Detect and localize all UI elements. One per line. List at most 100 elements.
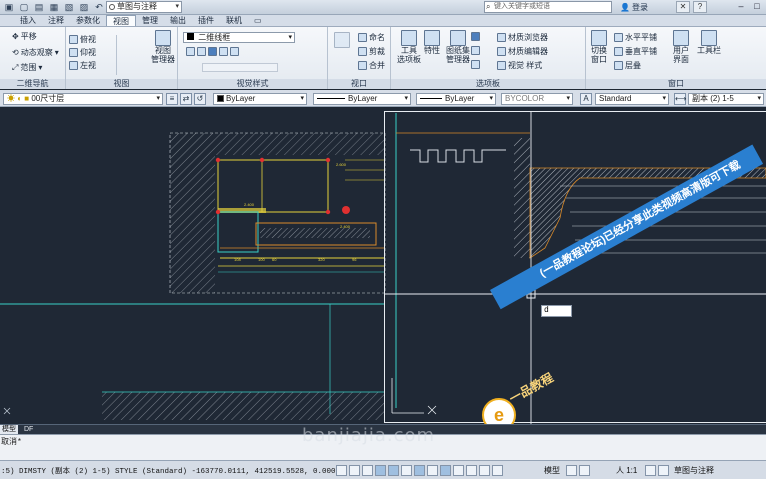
tile-horizontal-button[interactable]: 水平平铺 bbox=[614, 32, 657, 43]
tab-manage[interactable]: 管理 bbox=[136, 15, 164, 26]
polar-icon[interactable] bbox=[375, 465, 386, 476]
user-interface-button[interactable]: 用户 界面 bbox=[670, 30, 692, 64]
lineweight-toggle-icon[interactable] bbox=[453, 465, 464, 476]
ducs-icon[interactable] bbox=[427, 465, 438, 476]
tab-annotate[interactable]: 注释 bbox=[42, 15, 70, 26]
opacity-slider[interactable] bbox=[202, 63, 278, 72]
minimize-icon[interactable]: – bbox=[734, 1, 748, 13]
dynamic-input-field[interactable]: d bbox=[541, 305, 572, 317]
quick-properties-icon[interactable] bbox=[479, 465, 490, 476]
grid-icon[interactable] bbox=[349, 465, 360, 476]
tab-plugins[interactable]: 插件 bbox=[192, 15, 220, 26]
sheetset-manager-button[interactable]: 图纸集 管理器 bbox=[443, 30, 473, 64]
style-swatch bbox=[187, 33, 194, 40]
tab-insert[interactable]: 插入 bbox=[14, 15, 42, 26]
layer-previous-icon[interactable]: ↺ bbox=[194, 93, 206, 105]
text-style-icon[interactable]: A bbox=[580, 93, 592, 105]
visual-style-select[interactable]: 二维线框 ▾ bbox=[183, 32, 295, 43]
tile-vertical-button[interactable]: 垂直平铺 bbox=[614, 46, 657, 57]
tab-extra[interactable]: ▭ bbox=[248, 15, 268, 26]
edge-icon[interactable] bbox=[186, 47, 195, 56]
light-icon[interactable] bbox=[219, 47, 228, 56]
layer-match-icon[interactable]: ⇄ bbox=[180, 93, 192, 105]
material-icon[interactable] bbox=[230, 47, 239, 56]
tab-parametric[interactable]: 参数化 bbox=[70, 15, 106, 26]
new-file-icon[interactable]: ▢ bbox=[18, 2, 30, 13]
visual-styles-palette-button[interactable]: 视觉 样式 bbox=[497, 60, 542, 71]
tab-model[interactable]: 模型 bbox=[0, 425, 18, 434]
open-file-icon[interactable]: ▤ bbox=[33, 2, 45, 13]
help-icon[interactable]: ? bbox=[693, 1, 707, 13]
plot-icon[interactable]: ▨ bbox=[78, 2, 90, 13]
join-viewport-button[interactable]: 合并 bbox=[358, 60, 385, 71]
drawing-canvas[interactable]: 108 100 60 320 96 2.600 2.400 2.400 d bbox=[0, 108, 766, 424]
toolbars-icon bbox=[701, 30, 717, 46]
model-space-toggle[interactable]: 模型 bbox=[544, 465, 560, 476]
extents-button[interactable]: ⤢ 范围 ▾ bbox=[12, 62, 42, 73]
view-top-button[interactable]: 俯视 bbox=[69, 34, 96, 45]
quick-view-drawings-icon[interactable] bbox=[579, 465, 590, 476]
material-editor-button[interactable]: 材质编辑器 bbox=[497, 46, 548, 57]
quick-view-layouts-icon[interactable] bbox=[566, 465, 577, 476]
layer-select[interactable]: ☀ ◐ ■ 00尺寸层 ▾ bbox=[3, 93, 163, 105]
pan-button[interactable]: ✥ 平移 bbox=[12, 31, 37, 42]
tab-output[interactable]: 输出 bbox=[164, 15, 192, 26]
tab-home[interactable] bbox=[0, 15, 14, 26]
cascade-button[interactable]: 层叠 bbox=[614, 60, 641, 71]
auto-scale-icon[interactable] bbox=[658, 465, 669, 476]
tab-view[interactable]: 视图 bbox=[106, 15, 136, 26]
viewport-config-button[interactable] bbox=[331, 32, 353, 48]
dyn-icon[interactable] bbox=[440, 465, 451, 476]
sign-in-button[interactable]: 👤 登录 bbox=[620, 2, 648, 13]
tab-layout-df[interactable]: DF bbox=[22, 425, 35, 434]
workspace-switch[interactable]: 草图与注释 bbox=[674, 465, 714, 476]
save-icon[interactable]: ▦ bbox=[48, 2, 60, 13]
ortho-icon[interactable] bbox=[362, 465, 373, 476]
undo-icon[interactable]: ↶ bbox=[93, 2, 105, 13]
snap-icon[interactable] bbox=[336, 465, 347, 476]
palette-a-icon[interactable] bbox=[471, 32, 480, 41]
shadow-icon[interactable] bbox=[208, 47, 217, 56]
lineweight-select[interactable]: ByLayer ▾ bbox=[416, 93, 496, 105]
panel-2d-navigation: ✥ 平移 ⟲ 动态观察 ▾ ⤢ 范围 ▾ 二维导航 bbox=[0, 27, 66, 89]
app-menu-icon[interactable]: ▣ bbox=[3, 2, 15, 13]
face-icon[interactable] bbox=[197, 47, 206, 56]
view-manager-button[interactable]: 视图 管理器 bbox=[148, 30, 178, 64]
dim-label: 2.400 bbox=[244, 202, 255, 207]
color-select[interactable]: ByLayer ▾ bbox=[213, 93, 307, 105]
dim-style-icon[interactable]: ⟷ bbox=[674, 93, 686, 105]
view-bottom-button[interactable]: 仰视 bbox=[69, 47, 96, 58]
toolbars-button[interactable]: 工具栏 bbox=[696, 30, 722, 55]
palette-b-icon[interactable] bbox=[471, 46, 480, 55]
orbit-button[interactable]: ⟲ 动态观察 ▾ bbox=[12, 47, 59, 58]
title-right-tools: ✕ ? bbox=[676, 1, 707, 13]
workspace-selector[interactable]: 草图与注释 ▾ bbox=[106, 1, 182, 13]
plotstyle-select[interactable]: BYCOLOR ▾ bbox=[501, 93, 573, 105]
osnap-icon[interactable] bbox=[388, 465, 399, 476]
search-input[interactable]: ⌕ 键入关键字或短语 bbox=[484, 1, 612, 13]
maximize-icon[interactable]: □ bbox=[750, 1, 764, 13]
layer-properties-icon[interactable]: ≡ bbox=[166, 93, 178, 105]
view-left-button[interactable]: 左视 bbox=[69, 60, 96, 71]
properties-button[interactable]: 特性 bbox=[421, 30, 443, 55]
otrack-icon[interactable] bbox=[414, 465, 425, 476]
transparency-icon[interactable] bbox=[466, 465, 477, 476]
tool-palettes-button[interactable]: 工具 选项板 bbox=[394, 30, 424, 64]
annotation-scale[interactable]: 人 1:1 bbox=[616, 465, 637, 476]
save-as-icon[interactable]: ▧ bbox=[63, 2, 75, 13]
material-browser-button[interactable]: 材质浏览器 bbox=[497, 32, 548, 43]
linetype-select[interactable]: ByLayer ▾ bbox=[313, 93, 411, 105]
exchange-icon[interactable]: ✕ bbox=[676, 1, 690, 13]
named-viewport-button[interactable]: 命名 bbox=[358, 32, 385, 43]
palette-c-icon[interactable] bbox=[471, 60, 480, 69]
tab-online[interactable]: 联机 bbox=[220, 15, 248, 26]
dim-style-select[interactable]: 副本 (2) 1-5 ▾ bbox=[688, 93, 764, 105]
switch-windows-button[interactable]: 切换 窗口 bbox=[586, 30, 612, 64]
clip-viewport-button[interactable]: 剪裁 bbox=[358, 46, 385, 57]
selection-cycling-icon[interactable] bbox=[492, 465, 503, 476]
3dosnap-icon[interactable] bbox=[401, 465, 412, 476]
ribbon-tabs: 插入 注释 参数化 视图 管理 输出 插件 联机 ▭ bbox=[0, 15, 766, 27]
text-style-select[interactable]: Standard ▾ bbox=[595, 93, 669, 105]
annotation-visibility-icon[interactable] bbox=[645, 465, 656, 476]
window-controls: – □ bbox=[734, 1, 764, 13]
